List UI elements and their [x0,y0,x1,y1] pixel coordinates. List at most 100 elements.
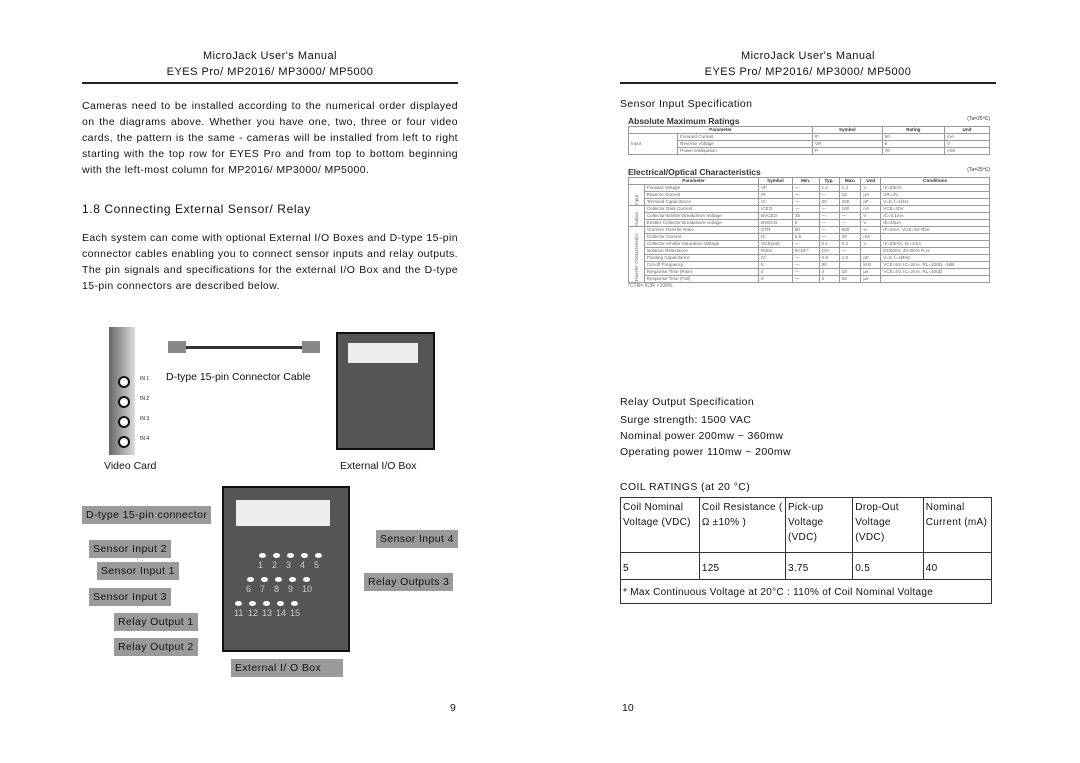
column-header: Coil Nominal Voltage (VDC) [620,497,700,553]
table-cell: 30 [818,198,840,206]
column-header: Nominal Current (mA) [922,497,993,553]
pin-label: 6 [246,584,252,594]
table-cell: 3.75 [784,552,854,580]
table-cell: pF [860,254,882,262]
table-cell: 5×10¹⁰ [791,247,820,255]
table-cell: — [838,247,862,255]
table-cell: nA [860,205,882,213]
table-cell: 50 [791,226,820,234]
coil-note: * Max Continuous Voltage at 20°C : 110% … [620,579,992,604]
table-cell: tf [758,275,793,283]
document-spread: MicroJack User's Manual EYES Pro/ MP2016… [0,0,1080,763]
pin-label: 15 [290,608,301,618]
pinout-label: Sensor Input 4 [376,530,458,548]
cable-label: D-type 15-pin Connector Cable [166,371,311,383]
pinout-label: Relay Output 2 [114,638,198,656]
table-cell: 600 [838,226,862,234]
page-9: MicroJack User's Manual EYES Pro/ MP2016… [82,0,458,294]
table-cell [860,247,882,255]
table-cell: IF [812,133,883,141]
table-cell: mA [860,233,882,241]
coil-title: COIL RATINGS (at 20 °C) [620,481,751,493]
cable-image [170,346,320,349]
table-cell: Collector Current [643,233,760,241]
header-models: EYES Pro/ MP2016/ MP3000/ MP5000 [704,66,912,78]
eo-table: Parameter Symbol Min. Typ. Max. Unit Condition… [627,177,990,283]
pin-hole-icon [249,601,256,606]
table-cell: % [860,226,882,234]
table-cell: VCE=2V, IC=2mA, RL=100Ω [880,268,990,276]
port-jack-icon [118,396,130,408]
column-header: Drop-Out Voltage (VDC) [852,497,924,553]
table-cell: IE=10μA [880,219,990,227]
table-cell: 70 [881,147,945,155]
table-cell: 0.2 [838,240,862,248]
table-cell: — [791,205,820,213]
table-cell: Forward Current [677,133,813,141]
pin-label: 13 [262,608,273,618]
table-cell [880,233,990,241]
table-cell: — [791,198,820,206]
table-cell: Terminal Capacitance [643,198,760,206]
table-cell [880,275,990,283]
table-cell: mA [943,133,991,141]
table-cell: 0.1 [818,240,840,248]
table-row: Emitter-Collector Breakdown Voltage BVECO… [629,219,990,227]
table-row: Reverse Voltage VR 6 V [629,140,991,148]
pin-hole-icon [273,553,280,558]
table-row: Collector-Emitter Breakdown Voltage BVCEO… [629,212,990,220]
section-heading: 1.8 Connecting External Sensor/ Relay [82,202,311,216]
table-row: Input Forward Current IF 50 mA [627,133,991,155]
table-cell: V=0, f=1kHz [880,198,990,206]
column-header: Typ. [818,177,840,185]
pin-label: 2 [272,560,278,570]
table-cell: — [791,261,820,269]
table-cell: 10¹¹ [818,247,840,255]
table-cell: 4 [818,268,840,276]
table-cell: Collector-emitter Saturation Voltage [643,240,760,248]
pin-label: 12 [248,608,259,618]
table-row: Collector Current IC 2.5—30 mA [629,233,990,241]
header-title: MicroJack User's Manual [740,50,876,62]
pinout-label: D-type 15-pin connector [82,506,212,524]
table-cell: 40 [922,552,993,580]
table-cell: 1.2 [818,184,840,192]
column-header: Rating [881,126,945,134]
body-paragraph: Each system can come with optional Exter… [82,232,458,292]
relay-spec-line: Operating power 110mw ~ 200mw [620,446,792,458]
table-header-row: Coil Nominal Voltage (VDC) Coil Resistanc… [620,497,993,553]
pin-label: 4 [300,560,306,570]
pin-hole-icon [261,577,268,582]
pin-hole-icon [287,553,294,558]
table-cell: 18 [838,268,862,276]
table-cell: VCE=5V, IC=2mA, RL=100Ω, -3dB [880,261,990,269]
d-connector-icon [348,343,418,363]
table-cell: — [791,268,820,276]
pinout-label: External I/ O Box [231,659,343,677]
port-jack-icon [118,416,130,428]
port-label: IN 4 [140,436,150,442]
table-cell: Reverse Voltage [677,140,813,148]
group-label: Transfer Characteristics [628,226,645,283]
abs-cond: (Ta=25℃) [967,116,990,122]
pin-hole-icon [235,601,242,606]
table-cell: — [791,184,820,192]
table-cell: CTR [758,226,793,234]
table-cell: V [860,240,882,248]
table-row: Input Forward Voltage VF —1.2 1.4 V IF=20mA [628,184,990,206]
page-number: 9 [450,702,456,714]
pin-label: 1 [258,560,264,570]
table-cell: BVECO [758,219,793,227]
table-cell: — [818,233,840,241]
port-jack-icon [118,376,130,388]
table-cell: 6 [791,219,820,227]
table-cell: VCE(sat) [758,240,793,248]
table-cell: — [818,219,840,227]
table-cell: Collector-Emitter Breakdown Voltage [643,212,760,220]
table-cell: 100 [838,205,862,213]
table-cell: — [818,212,840,220]
eo-cond: (Ta=25℃) [967,167,990,173]
table-cell: — [791,275,820,283]
pin-hole-icon [303,577,310,582]
table-cell: 3 [818,275,840,283]
